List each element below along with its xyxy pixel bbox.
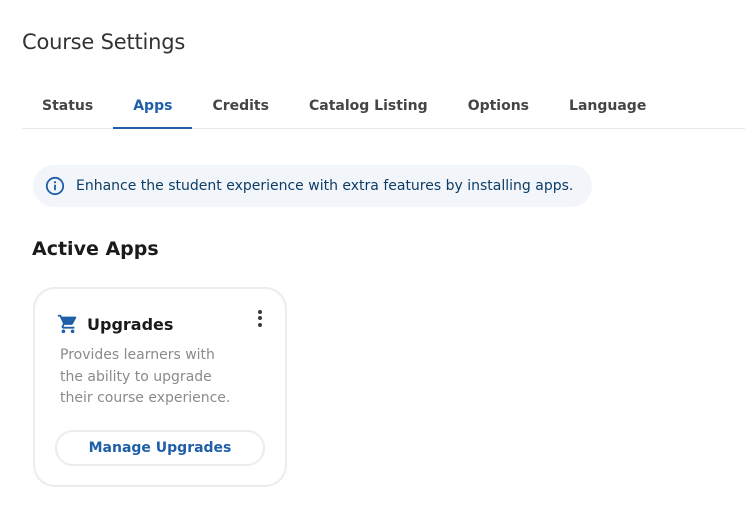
manage-upgrades-button[interactable]: Manage Upgrades (55, 430, 265, 466)
tab-catalog-listing[interactable]: Catalog Listing (289, 88, 448, 128)
info-icon (45, 176, 65, 196)
app-card-upgrades: Upgrades Provides learners with the abil… (33, 287, 287, 487)
course-settings-page: Course Settings Status Apps Credits Cata… (0, 0, 745, 529)
page-title: Course Settings (22, 30, 186, 54)
tab-language[interactable]: Language (549, 88, 666, 128)
app-card-header: Upgrades (57, 313, 173, 335)
shopping-cart-icon (57, 313, 79, 335)
tab-status[interactable]: Status (22, 88, 113, 128)
app-card-title: Upgrades (87, 314, 174, 334)
active-apps-heading: Active Apps (32, 238, 159, 260)
settings-tabs: Status Apps Credits Catalog Listing Opti… (22, 88, 745, 129)
info-banner: Enhance the student experience with extr… (33, 165, 593, 207)
tab-options[interactable]: Options (448, 88, 549, 128)
info-banner-text: Enhance the student experience with extr… (76, 178, 574, 194)
tab-apps[interactable]: Apps (113, 88, 193, 129)
more-vertical-icon[interactable] (253, 308, 267, 328)
app-card-description: Provides learners with the ability to up… (60, 347, 231, 406)
tab-credits[interactable]: Credits (192, 88, 289, 128)
